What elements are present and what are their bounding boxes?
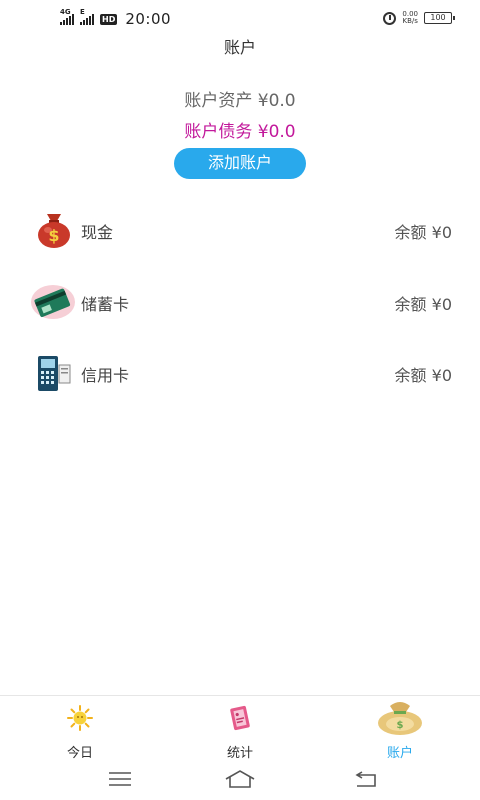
- page-title: 账户: [223, 38, 256, 57]
- nav-label: 今日: [66, 746, 93, 761]
- signal-icon-2: E: [80, 8, 94, 25]
- status-left: 4G E HD 20:00: [60, 8, 172, 28]
- account-name: 信用卡: [81, 366, 130, 385]
- account-balance: 余额 ¥0: [394, 295, 452, 314]
- money-sack-icon: $: [340, 696, 460, 740]
- account-balance: 余额 ¥0: [394, 366, 452, 385]
- hd-badge: HD: [100, 13, 118, 25]
- menu-icon[interactable]: [108, 769, 132, 793]
- account-name: 现金: [81, 223, 114, 242]
- status-right: 0.00 KB/s 100: [383, 11, 455, 25]
- bottom-nav: 今日 统计 $ 账户: [0, 695, 480, 765]
- money-bag-icon: $: [34, 210, 74, 250]
- pos-terminal-icon: [34, 353, 74, 393]
- home-icon[interactable]: [224, 769, 256, 793]
- back-icon[interactable]: [354, 769, 378, 793]
- network-type-2: E: [80, 8, 85, 16]
- total-debts: 账户债务 ¥0.0: [184, 122, 296, 142]
- nav-label: 账户: [386, 746, 413, 761]
- network-type-1: 4G: [60, 8, 71, 16]
- battery-icon: 100: [424, 12, 455, 24]
- nav-item-today[interactable]: 今日: [20, 704, 140, 761]
- total-assets: 账户资产 ¥0.0: [184, 91, 296, 111]
- account-row-cash[interactable]: $ 现金 余额 ¥0: [0, 200, 480, 260]
- account-row-savings-card[interactable]: 储蓄卡 余额 ¥0: [0, 272, 480, 332]
- svg-text:$: $: [48, 226, 59, 245]
- network-speed: 0.00 KB/s: [402, 11, 418, 25]
- account-balance: 余额 ¥0: [394, 223, 452, 242]
- savings-card-icon: [30, 282, 76, 322]
- add-account-button[interactable]: 添加账户: [174, 148, 306, 179]
- nav-label: 统计: [226, 746, 253, 761]
- nav-item-account[interactable]: $ 账户: [340, 696, 460, 761]
- sun-icon: [20, 704, 140, 736]
- account-row-credit-card[interactable]: 信用卡 余额 ¥0: [0, 343, 480, 403]
- notebook-icon: [180, 704, 300, 736]
- signal-icon-1: 4G: [60, 8, 74, 25]
- nav-item-stats[interactable]: 统计: [180, 704, 300, 761]
- account-name: 储蓄卡: [81, 295, 130, 314]
- svg-text:$: $: [397, 720, 404, 731]
- status-time: 20:00: [125, 10, 172, 28]
- system-nav-bar: [0, 765, 480, 800]
- alarm-icon: [383, 11, 397, 25]
- status-bar: 4G E HD 20:00 0.00 KB/s 100: [0, 0, 480, 38]
- net-speed-unit: KB/s: [402, 17, 418, 25]
